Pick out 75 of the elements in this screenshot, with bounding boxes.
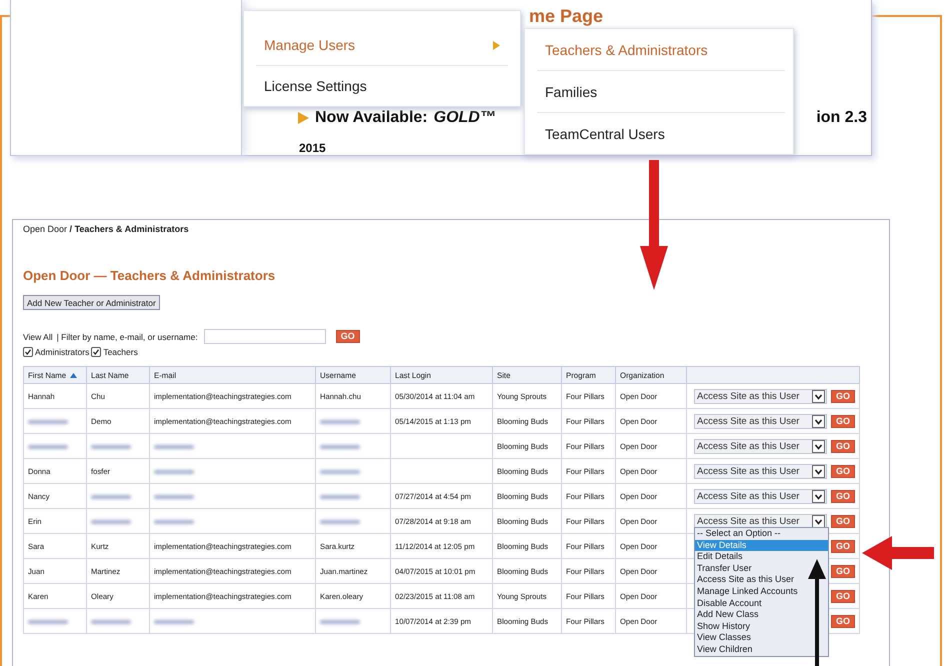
option-item[interactable]: Disable Account [695, 598, 828, 610]
caret-icon [812, 414, 825, 428]
option-item[interactable]: Manage Linked Accounts [695, 586, 828, 598]
caret-icon [812, 390, 825, 402]
go-button[interactable]: GO [830, 614, 855, 628]
blurred-text [320, 470, 360, 474]
sort-arrow-icon [70, 372, 78, 378]
option-item[interactable]: -- Select an Option -- [695, 528, 828, 540]
blurred-text [91, 494, 131, 498]
submenu-item[interactable]: Teachers & Administrators [537, 29, 785, 71]
go-button[interactable]: GO [830, 590, 855, 602]
option-item[interactable]: Show History [695, 620, 828, 632]
option-item[interactable]: View Children [695, 644, 828, 656]
go-button[interactable]: GO [336, 330, 360, 343]
checkbox[interactable] [23, 347, 33, 357]
year-text: 2015 [299, 141, 326, 155]
blurred-text [320, 494, 360, 498]
blurred-text [91, 444, 131, 448]
option-item[interactable]: Add New Class [695, 609, 828, 621]
go-button[interactable]: GO [830, 414, 855, 428]
menu-item[interactable]: Manage Users [256, 25, 508, 66]
action-select[interactable]: Access Site as this User [694, 414, 827, 428]
announcement-label: Now Available: [315, 109, 428, 127]
option-item[interactable]: Transfer User [695, 562, 828, 574]
blurred-text [28, 420, 68, 424]
caret-icon [812, 490, 825, 502]
action-select[interactable]: Access Site as this User [694, 464, 827, 478]
left-arrow [862, 536, 934, 570]
blurred-text [320, 620, 360, 624]
play-icon [298, 112, 309, 124]
action-select[interactable]: Access Site as this User [694, 438, 827, 454]
option-item[interactable]: View Classes [695, 632, 828, 644]
submenu-item[interactable]: Families [537, 71, 785, 113]
filter-input[interactable] [204, 329, 326, 344]
caret-icon [812, 514, 825, 528]
breadcrumb: Open Door / Teachers & Administrators [23, 224, 190, 234]
menu-item[interactable]: License Settings [256, 66, 508, 106]
blurred-text [154, 444, 194, 448]
go-button[interactable]: GO [830, 440, 855, 452]
go-button[interactable]: GO [830, 514, 855, 528]
add-user-button[interactable]: Add New Teacher or Administrator [23, 295, 160, 310]
page-title: Open Door — Teachers & Administrators [23, 268, 276, 283]
checkbox-label: Administrators [35, 347, 90, 357]
action-select[interactable]: Access Site as this User [694, 514, 827, 528]
announcement-text: ion 2.3 [816, 109, 867, 127]
blurred-text [320, 444, 360, 448]
checkbox[interactable] [91, 347, 102, 357]
filter-label: | Filter by name, e-mail, or username: [56, 332, 198, 342]
checkbox-label: Teachers [103, 347, 138, 357]
option-item[interactable]: Edit Details [695, 551, 828, 563]
product-name: GOLD™ [434, 109, 496, 127]
action-select[interactable]: Access Site as this User [694, 488, 827, 504]
blurred-text [154, 494, 194, 498]
blurred-text [28, 444, 68, 448]
option-item[interactable]: Access Site as this User [695, 574, 828, 586]
blurred-text [154, 620, 194, 624]
blurred-text [320, 420, 360, 424]
go-button[interactable]: GO [830, 390, 855, 402]
go-button[interactable]: GO [830, 540, 855, 552]
blurred-text [320, 520, 360, 524]
go-button[interactable]: GO [830, 564, 855, 578]
blurred-text [28, 620, 68, 624]
blurred-text [91, 620, 131, 624]
page-heading: me Page [529, 6, 604, 27]
caret-icon [812, 440, 825, 452]
blurred-text [91, 520, 131, 524]
blurred-text [154, 470, 194, 474]
view-all-link[interactable]: View All [23, 332, 53, 342]
go-button[interactable]: GO [830, 490, 855, 502]
caret-icon [812, 464, 825, 478]
action-select[interactable]: Access Site as this User [694, 388, 827, 404]
blurred-text [154, 520, 194, 524]
submenu-item[interactable]: TeamCentral Users [537, 113, 785, 154]
submenu-caret-icon [493, 40, 500, 50]
go-button[interactable]: GO [830, 464, 855, 478]
